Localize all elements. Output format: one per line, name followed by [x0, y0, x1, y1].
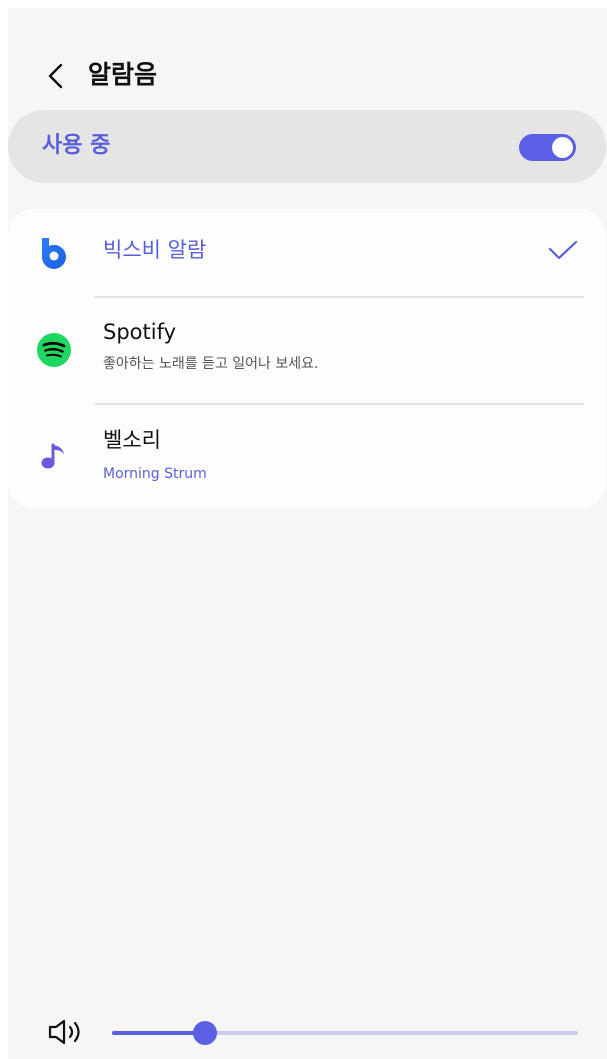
checkmark-icon — [548, 240, 578, 260]
toggle-knob — [552, 137, 573, 158]
bixby-icon — [41, 238, 66, 269]
master-toggle[interactable] — [519, 134, 576, 161]
slider-fill — [112, 1031, 205, 1035]
option-subtitle: Morning Strum — [103, 466, 207, 482]
chevron-left-icon — [48, 63, 63, 89]
header: 알람음 — [8, 54, 607, 98]
volume-control — [8, 1014, 607, 1050]
music-note-icon — [41, 443, 64, 469]
option-spotify[interactable]: Spotify 좋아하는 노래를 듣고 일어나 보세요. — [8, 297, 606, 404]
master-switch-bar[interactable]: 사용 중 — [8, 110, 606, 183]
slider-thumb[interactable] — [193, 1021, 217, 1045]
option-ringtone[interactable]: 벨소리 Morning Strum — [8, 404, 606, 509]
option-bixby-alarm[interactable]: 빅스비 알람 — [8, 209, 606, 297]
option-title: Spotify — [103, 320, 177, 344]
option-subtitle: 좋아하는 노래를 듣고 일어나 보세요. — [103, 356, 319, 372]
back-button[interactable] — [36, 56, 76, 96]
volume-icon[interactable] — [46, 1017, 88, 1047]
page-title: 알람음 — [88, 60, 158, 89]
option-title: 빅스비 알람 — [103, 238, 207, 262]
master-switch-label: 사용 중 — [42, 133, 111, 158]
option-title: 벨소리 — [103, 428, 161, 452]
volume-slider[interactable] — [112, 1021, 578, 1045]
alarm-sound-screen: 알람음 사용 중 빅스비 알람 Spotify 좋아하는 노래를 듣고 일어나 … — [8, 8, 607, 1059]
sound-options-card: 빅스비 알람 Spotify 좋아하는 노래를 듣고 일어나 보세요. 벨소리 … — [8, 209, 606, 509]
spotify-icon — [37, 333, 71, 367]
